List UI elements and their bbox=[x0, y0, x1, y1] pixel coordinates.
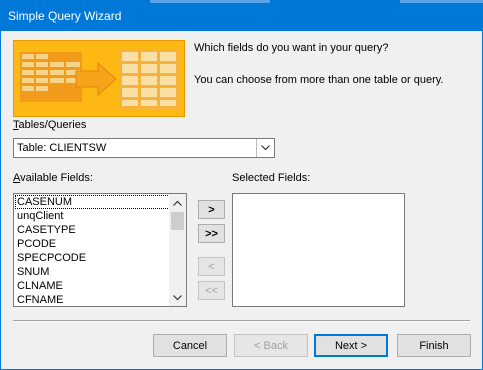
remove-field-button[interactable]: < bbox=[198, 257, 225, 276]
add-field-button[interactable]: > bbox=[198, 200, 225, 219]
available-fields-scrollbar[interactable] bbox=[169, 194, 186, 306]
tables-queries-value: Table: CLIENTSW bbox=[17, 142, 107, 154]
selected-fields-list[interactable] bbox=[232, 193, 405, 307]
available-fields-label: Available Fields: bbox=[13, 172, 93, 184]
scroll-up-icon[interactable] bbox=[169, 194, 186, 211]
wizard-table-transfer-icon bbox=[13, 40, 185, 117]
remove-all-fields-button[interactable]: << bbox=[198, 281, 225, 300]
list-item[interactable]: CASETYPE bbox=[15, 223, 170, 237]
available-fields-list[interactable]: CASENUM unqClient CASETYPE PCODE SPECPCO… bbox=[13, 193, 187, 307]
list-item[interactable]: PCODE bbox=[15, 237, 170, 251]
list-item[interactable]: unqClient bbox=[15, 209, 170, 223]
background-window-edge bbox=[400, 0, 483, 3]
wizard-hint: You can choose from more than one table … bbox=[194, 74, 444, 86]
tables-queries-label: Tables/Queries bbox=[13, 119, 86, 131]
scrollbar-thumb[interactable] bbox=[171, 212, 184, 230]
selected-fields-label: Selected Fields: bbox=[232, 172, 311, 184]
background-window-edge bbox=[150, 0, 270, 3]
tables-queries-combo[interactable]: Table: CLIENTSW bbox=[13, 138, 275, 158]
window-title: Simple Query Wizard bbox=[8, 9, 122, 23]
available-fields-label-rest: vailable Fields: bbox=[20, 172, 93, 184]
chevron-down-icon[interactable] bbox=[256, 139, 274, 157]
list-item[interactable]: SNUM bbox=[15, 265, 170, 279]
finish-button[interactable]: Finish bbox=[397, 334, 471, 357]
separator bbox=[13, 320, 470, 322]
list-item[interactable]: SPECPCODE bbox=[15, 251, 170, 265]
tables-queries-label-rest: ables/Queries bbox=[18, 119, 87, 131]
list-item[interactable]: CLNAME bbox=[15, 279, 170, 293]
list-item[interactable]: CASENUM bbox=[15, 195, 170, 209]
next-button[interactable]: Next > bbox=[314, 334, 388, 357]
wizard-question: Which fields do you want in your query? bbox=[194, 42, 389, 54]
cancel-button[interactable]: Cancel bbox=[153, 334, 227, 357]
back-button[interactable]: < Back bbox=[234, 334, 308, 357]
list-item[interactable]: CFNAME bbox=[15, 293, 170, 307]
scroll-down-icon[interactable] bbox=[169, 289, 186, 306]
add-all-fields-button[interactable]: >> bbox=[198, 224, 225, 243]
title-bar[interactable]: Simple Query Wizard bbox=[0, 0, 483, 31]
